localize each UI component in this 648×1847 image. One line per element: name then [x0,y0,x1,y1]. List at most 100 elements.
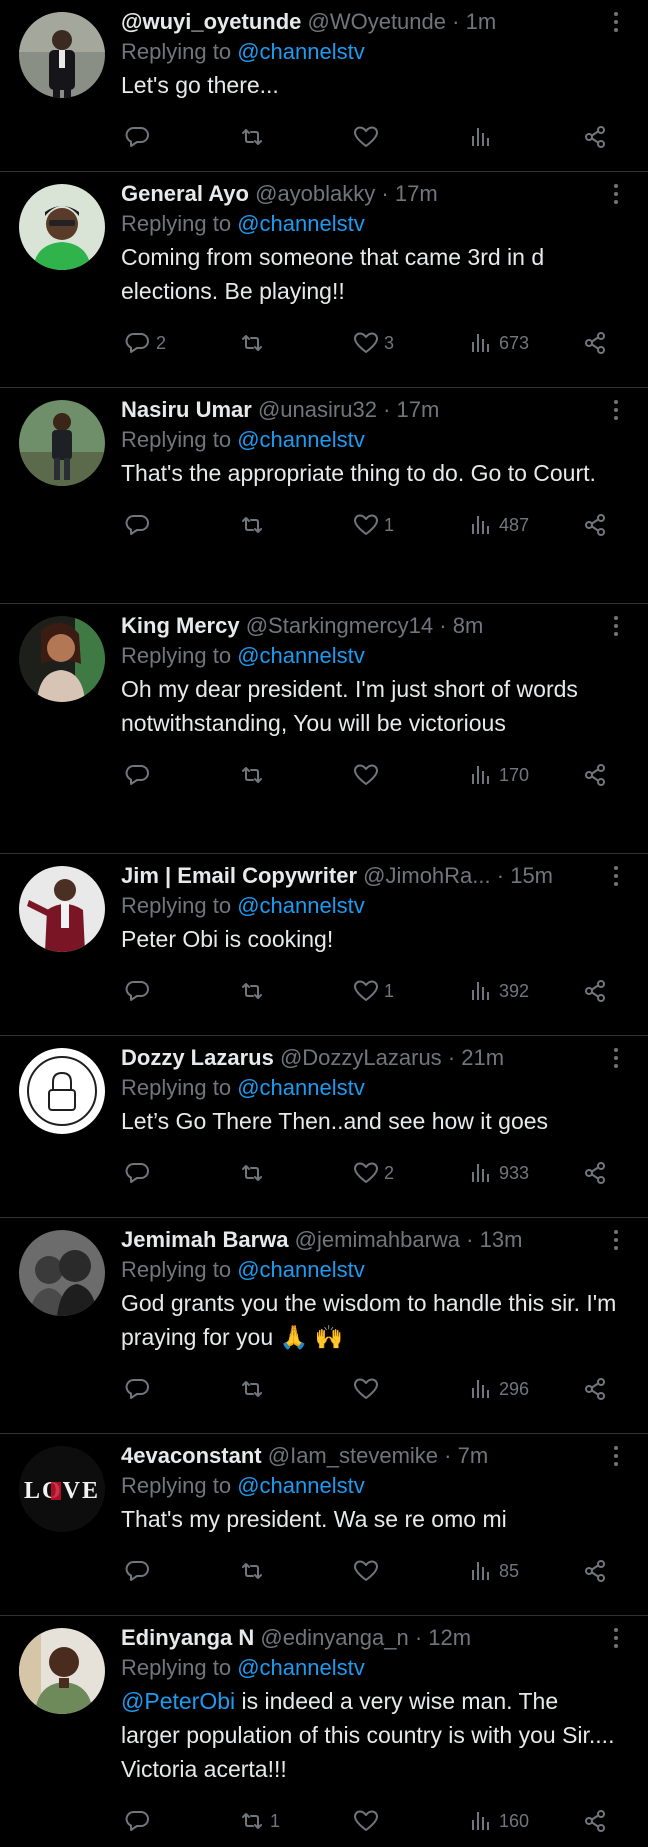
retweet-button[interactable] [238,978,270,1004]
display-name[interactable]: Nasiru Umar [121,397,252,422]
retweet-button[interactable] [238,330,270,356]
avatar[interactable] [19,1628,105,1714]
replying-to-link[interactable]: @channelstv [237,211,365,236]
views-button[interactable]: 392 [467,978,529,1004]
timestamp[interactable]: 21m [461,1045,504,1070]
retweet-button[interactable] [238,124,270,150]
replying-to-link[interactable]: @channelstv [237,643,365,668]
display-name[interactable]: Jemimah Barwa [121,1227,289,1252]
reply-button[interactable] [124,1376,156,1402]
timestamp[interactable]: 17m [397,397,440,422]
reply-button[interactable] [124,978,156,1004]
user-handle[interactable]: @JimohRa... [363,863,490,888]
more-options-icon[interactable] [612,10,620,34]
user-handle[interactable]: @DozzyLazarus [280,1045,442,1070]
reply-button[interactable] [124,1558,156,1584]
more-options-icon[interactable] [612,1046,620,1070]
views-button[interactable]: 673 [467,330,529,356]
avatar[interactable] [19,400,105,486]
user-handle[interactable]: @Iam_stevemike [268,1443,438,1468]
views-button[interactable] [467,124,499,150]
replying-to-link[interactable]: @channelstv [237,1655,365,1680]
like-button[interactable]: 3 [352,330,394,356]
views-button[interactable]: 296 [467,1376,529,1402]
replying-to-link[interactable]: @channelstv [237,1075,365,1100]
reply-button[interactable] [124,512,156,538]
tweet[interactable]: @wuyi_oyetunde @WOyetunde · 1m Replying … [0,0,648,172]
share-button[interactable] [582,762,610,788]
retweet-button[interactable] [238,1558,270,1584]
like-button[interactable] [352,1376,384,1402]
views-button[interactable]: 160 [467,1808,529,1834]
share-button[interactable] [582,1160,610,1186]
retweet-button[interactable] [238,1160,270,1186]
views-button[interactable]: 933 [467,1160,529,1186]
tweet[interactable]: Dozzy Lazarus @DozzyLazarus · 21m Replyi… [0,1036,648,1218]
text-mention-link[interactable]: @PeterObi [121,1688,235,1714]
like-button[interactable] [352,1558,384,1584]
display-name[interactable]: King Mercy [121,613,240,638]
views-button[interactable]: 487 [467,512,529,538]
display-name[interactable]: @wuyi_oyetunde [121,9,301,34]
tweet[interactable]: General Ayo @ayoblakky · 17m Replying to… [0,172,648,388]
display-name[interactable]: 4evaconstant [121,1443,262,1468]
share-button[interactable] [582,978,610,1004]
more-options-icon[interactable] [612,1228,620,1252]
tweet[interactable]: King Mercy @Starkingmercy14 · 8m Replyin… [0,604,648,854]
timestamp[interactable]: 1m [466,9,497,34]
like-button[interactable]: 1 [352,978,394,1004]
like-button[interactable]: 2 [352,1160,394,1186]
replying-to-link[interactable]: @channelstv [237,1257,365,1282]
reply-button[interactable] [124,1160,156,1186]
user-handle[interactable]: @jemimahbarwa [295,1227,460,1252]
more-options-icon[interactable] [612,398,620,422]
user-handle[interactable]: @WOyetunde [308,9,447,34]
avatar[interactable] [19,1048,105,1134]
retweet-button[interactable] [238,1376,270,1402]
more-options-icon[interactable] [612,614,620,638]
timestamp[interactable]: 15m [510,863,553,888]
timestamp[interactable]: 12m [428,1625,471,1650]
display-name[interactable]: General Ayo [121,181,249,206]
like-button[interactable] [352,762,384,788]
user-handle[interactable]: @edinyanga_n [260,1625,408,1650]
views-button[interactable]: 170 [467,762,529,788]
share-button[interactable] [582,1376,610,1402]
tweet[interactable]: Jim | Email Copywriter @JimohRa... · 15m… [0,854,648,1036]
replying-to-link[interactable]: @channelstv [237,893,365,918]
reply-button[interactable]: 2 [124,330,166,356]
display-name[interactable]: Dozzy Lazarus [121,1045,274,1070]
retweet-button[interactable]: 1 [238,1808,280,1834]
like-button[interactable] [352,124,384,150]
retweet-button[interactable] [238,512,270,538]
avatar[interactable]: LOVE [19,1446,105,1532]
display-name[interactable]: Edinyanga N [121,1625,254,1650]
share-button[interactable] [582,330,610,356]
replying-to-link[interactable]: @channelstv [237,427,365,452]
share-button[interactable] [582,1808,610,1834]
tweet[interactable]: Nasiru Umar @unasiru32 · 17m Replying to… [0,388,648,604]
more-options-icon[interactable] [612,1626,620,1650]
like-button[interactable] [352,1808,384,1834]
more-options-icon[interactable] [612,864,620,888]
avatar[interactable] [19,12,105,98]
share-button[interactable] [582,1558,610,1584]
timestamp[interactable]: 7m [458,1443,489,1468]
reply-button[interactable] [124,1808,156,1834]
tweet[interactable]: Edinyanga N @edinyanga_n · 12m Replying … [0,1616,648,1847]
avatar[interactable] [19,1230,105,1316]
tweet[interactable]: Jemimah Barwa @jemimahbarwa · 13m Replyi… [0,1218,648,1434]
user-handle[interactable]: @ayoblakky [255,181,375,206]
user-handle[interactable]: @unasiru32 [258,397,377,422]
timestamp[interactable]: 17m [395,181,438,206]
user-handle[interactable]: @Starkingmercy14 [246,613,433,638]
reply-button[interactable] [124,762,156,788]
share-button[interactable] [582,124,610,150]
timestamp[interactable]: 13m [480,1227,523,1252]
retweet-button[interactable] [238,762,270,788]
share-button[interactable] [582,512,610,538]
avatar[interactable] [19,616,105,702]
like-button[interactable]: 1 [352,512,394,538]
avatar[interactable] [19,866,105,952]
avatar[interactable] [19,184,105,270]
